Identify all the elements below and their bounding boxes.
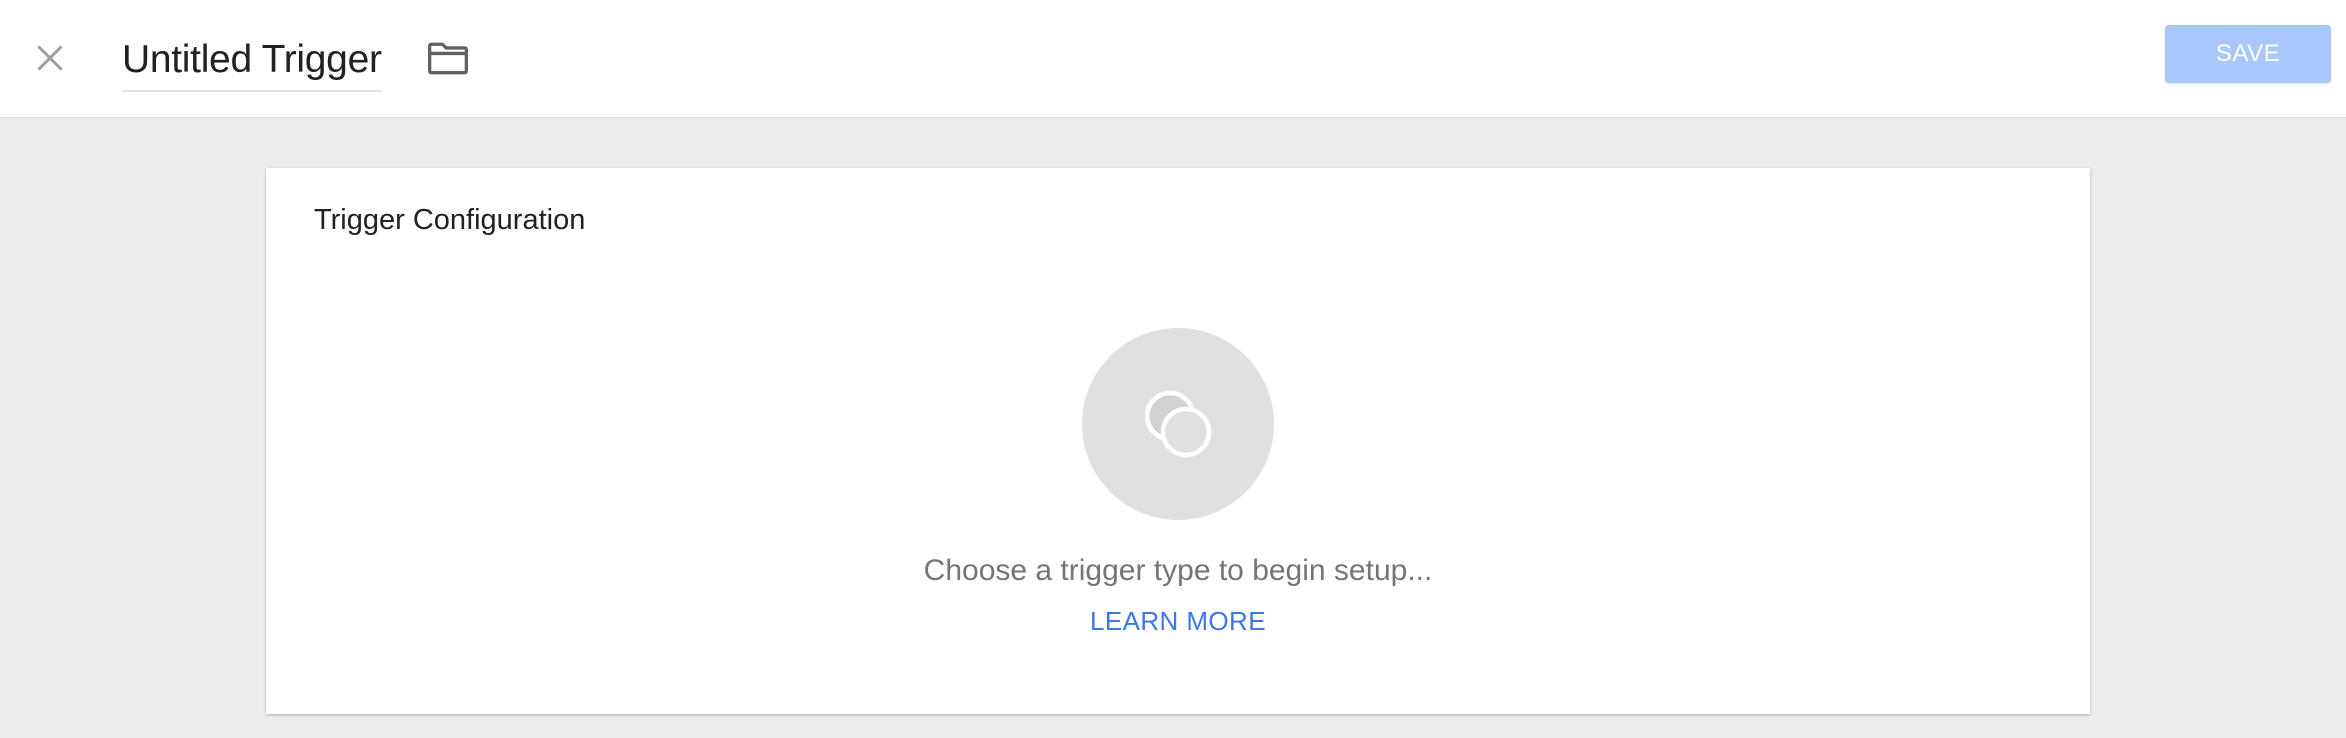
save-button[interactable]: SAVE <box>2165 25 2331 83</box>
close-button[interactable] <box>28 36 72 80</box>
card-title: Trigger Configuration <box>314 204 586 236</box>
trigger-name[interactable]: Untitled Trigger <box>122 38 382 82</box>
learn-more-row: LEARN MORE <box>266 606 2090 637</box>
trigger-type-icon <box>1144 390 1212 458</box>
folder-button[interactable] <box>424 36 472 80</box>
editor-header: Untitled Trigger SAVE <box>0 0 2346 118</box>
learn-more-link[interactable]: LEARN MORE <box>1090 606 1266 636</box>
folder-icon <box>428 42 468 75</box>
empty-state-text: Choose a trigger type to begin setup... <box>923 554 1433 587</box>
trigger-configuration-card: Trigger Configuration Choose a trigger t… <box>266 168 2090 714</box>
choose-trigger-type-button[interactable] <box>1082 328 1274 520</box>
close-icon <box>37 45 63 71</box>
trigger-name-field[interactable]: Untitled Trigger <box>122 30 382 92</box>
